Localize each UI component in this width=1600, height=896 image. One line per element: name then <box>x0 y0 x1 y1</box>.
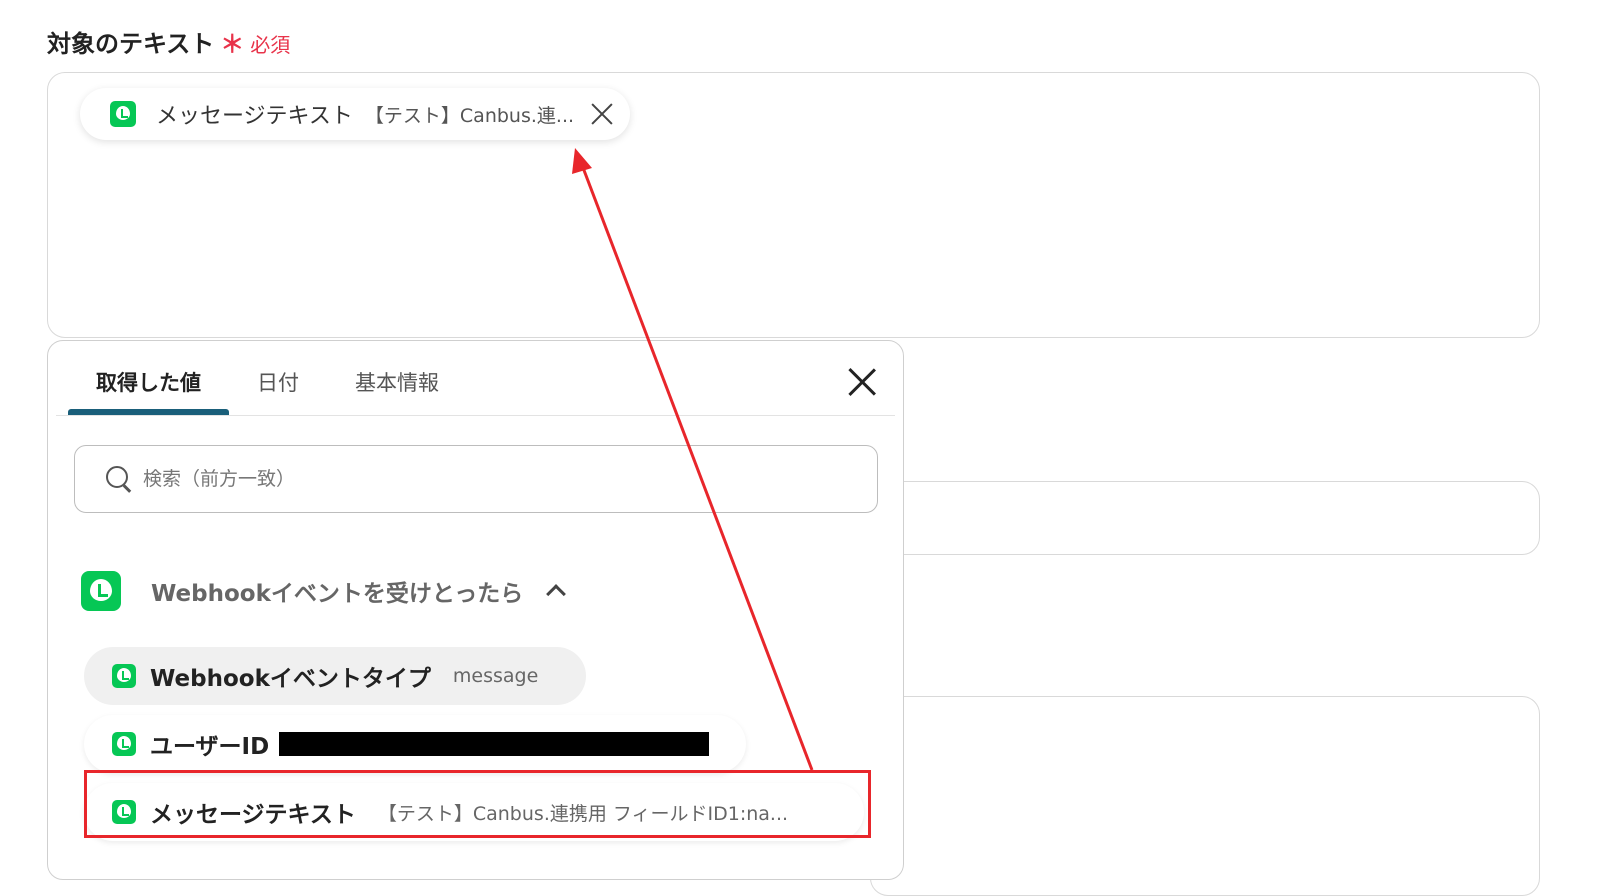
tab-divider <box>56 415 895 416</box>
item-value: 【テスト】Canbus.連携用 フィールドID1:na... <box>377 802 789 825</box>
list-item-message-text[interactable]: メッセージテキスト 【テスト】Canbus.連携用 フィールドID1:na... <box>84 783 864 841</box>
field-label-text: 対象のテキスト <box>47 30 215 58</box>
chip-name: メッセージテキスト <box>156 104 353 129</box>
chip-value: 【テスト】Canbus.連... <box>364 104 575 127</box>
required-asterisk: ＊ <box>220 30 245 58</box>
close-panel-icon[interactable] <box>845 365 879 399</box>
required-text: 必須 <box>250 33 291 57</box>
field-label: 対象のテキスト ＊ 必須 <box>47 24 290 59</box>
line-app-icon <box>112 800 136 824</box>
search-icon <box>105 465 133 493</box>
line-app-icon <box>112 664 136 688</box>
item-name: Webhookイベントタイプ <box>150 666 431 692</box>
background-field[interactable] <box>870 481 1540 555</box>
search-box[interactable] <box>74 445 878 513</box>
list-item-event-type[interactable]: Webhookイベントタイプ message <box>84 647 586 705</box>
list-item-user-id[interactable]: ユーザーID <box>84 715 746 773</box>
line-app-icon <box>110 101 136 127</box>
inserted-value-chip[interactable]: メッセージテキスト 【テスト】Canbus.連... <box>80 88 630 140</box>
line-app-icon <box>81 571 121 611</box>
tab-date[interactable]: 日付 <box>229 341 327 415</box>
section-header[interactable]: Webhookイベントを受けとったら <box>81 571 567 611</box>
tab-basic-info[interactable]: 基本情報 <box>327 341 467 415</box>
item-value: message <box>452 665 539 687</box>
search-input[interactable] <box>143 468 823 490</box>
item-name: ユーザーID <box>150 734 270 760</box>
section-title: Webhookイベントを受けとったら <box>151 581 524 607</box>
item-name: メッセージテキスト <box>150 802 356 828</box>
tab-acquired-values[interactable]: 取得した値 <box>68 341 229 415</box>
chevron-up-icon[interactable] <box>546 584 567 604</box>
value-picker-panel: 取得した値 日付 基本情報 Webhookイベントを受けとったら Webhook… <box>47 340 904 880</box>
close-icon[interactable] <box>590 102 614 126</box>
background-field-lower[interactable] <box>870 696 1540 896</box>
tab-bar: 取得した値 日付 基本情報 <box>68 341 467 415</box>
redacted-value <box>279 732 710 756</box>
line-app-icon <box>112 732 136 756</box>
